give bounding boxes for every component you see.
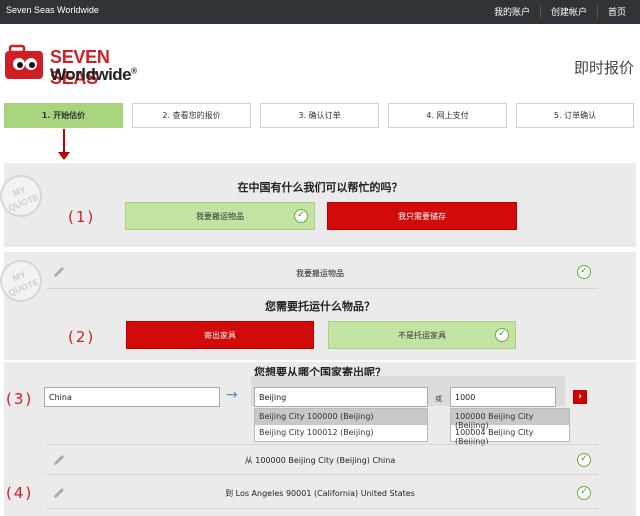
check-icon: ✓ [294, 209, 308, 223]
step-1: 1. 开始估价 [4, 103, 123, 128]
step-5: 5. 订单确认 [516, 103, 634, 128]
furniture-button[interactable]: 寄出家具 [126, 321, 314, 349]
down-arrow-icon [63, 129, 65, 153]
step-4: 4. 网上支付 [388, 103, 507, 128]
divider [46, 508, 598, 509]
logo[interactable]: SEVEN SEAS Worldwide® [4, 44, 159, 88]
check-icon: ✓ [577, 486, 591, 500]
my-quote-stamp-icon: MY QUOTE [0, 168, 49, 224]
check-icon: ✓ [495, 328, 509, 342]
city-suggestions: Beijing City 100000 (Beijing) Beijing Ci… [254, 408, 428, 442]
step-number-1: (1) [68, 208, 96, 226]
section-service-type: MY QUOTE 在中国有什么我们可以帮忙的吗？ (1) 我要搬运物品 ✓ 我只需… [0, 163, 636, 247]
ship-items-label: 我要搬运物品 [196, 211, 244, 221]
postcode-suggestion-item[interactable]: 100004 Beijing City (Beijing) [451, 425, 569, 446]
postcode-input[interactable]: 1000 [450, 387, 556, 407]
top-bar: Seven Seas Worldwide 我的账户 创建帐户 首页 [0, 0, 640, 24]
summary-destination: 到 Los Angeles 90001 (California) United … [225, 489, 415, 498]
country-input[interactable]: China [44, 387, 220, 407]
question-help: 在中国有什么我们可以帮忙的吗？ [237, 181, 403, 194]
section-item-type: MY QUOTE 我要搬运物品 ✓ 您需要托运什么物品？ (2) 寄出家具 不是托… [0, 252, 636, 360]
search-go-button[interactable]: › [573, 390, 587, 404]
topbar-links: 我的账户 创建帐户 首页 [484, 5, 636, 18]
question-item-type: 您需要托运什么物品？ [265, 300, 375, 313]
progress-steps: 1. 开始估价 2. 查看您的报价 3. 确认订单 4. 网上支付 5. 订单确… [4, 103, 634, 128]
not-furniture-label: 不是托运家具 [398, 330, 446, 340]
step-2: 2. 查看您的报价 [132, 103, 251, 128]
summary-origin: 从 100000 Beijing City (Beijing) China [244, 456, 396, 465]
divider [46, 474, 598, 475]
link-create-account[interactable]: 创建帐户 [539, 5, 597, 18]
logo-text-worldwide: Worldwide® [50, 65, 137, 84]
page-title: 即时报价 [573, 59, 634, 77]
section-origin: 您想要从哪个国家寄出呢？ (3) China → Beijing 或 1000 … [4, 362, 636, 516]
divider [46, 288, 598, 289]
city-input[interactable]: Beijing [254, 387, 428, 407]
postcode-suggestions: 100000 Beijing City (Beijing) 100004 Bei… [450, 408, 570, 446]
city-suggestion-item[interactable]: Beijing City 100000 (Beijing) [255, 409, 427, 425]
link-home[interactable]: 首页 [596, 5, 636, 18]
topbar-brand: Seven Seas Worldwide [6, 5, 99, 15]
check-icon: ✓ [577, 453, 591, 467]
down-arrow-head-icon [58, 152, 70, 160]
ship-items-button[interactable]: 我要搬运物品 ✓ [125, 202, 315, 230]
postcode-suggestion-item[interactable]: 100000 Beijing City (Beijing) [451, 409, 569, 430]
storage-only-button[interactable]: 我只需要储存 [327, 202, 517, 230]
suitcase-logo-icon [5, 44, 43, 79]
check-icon: ✓ [577, 265, 591, 279]
not-furniture-button[interactable]: 不是托运家具 ✓ [328, 321, 516, 349]
divider [46, 444, 598, 445]
city-suggestion-item[interactable]: Beijing City 100012 (Beijing) [255, 425, 427, 441]
or-label: 或 [435, 395, 442, 403]
step-number-2: (2) [68, 328, 96, 346]
step-number-3: (3) [6, 390, 34, 408]
step-3: 3. 确认订单 [260, 103, 379, 128]
right-arrow-icon: → [226, 387, 238, 403]
link-my-account[interactable]: 我的账户 [484, 5, 540, 18]
summary-ship-items: 我要搬运物品 [296, 269, 344, 278]
